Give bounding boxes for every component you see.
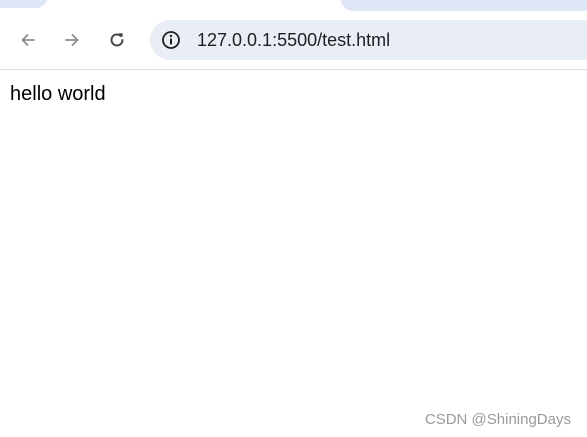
- forward-button[interactable]: [58, 26, 86, 54]
- arrow-left-icon: [21, 34, 35, 46]
- address-bar[interactable]: 127.0.0.1:5500/test.html: [150, 20, 587, 60]
- info-icon[interactable]: [161, 30, 181, 50]
- url-text[interactable]: 127.0.0.1:5500/test.html: [197, 30, 390, 50]
- arrow-right-icon: [65, 34, 79, 46]
- reload-icon: [110, 33, 124, 47]
- browser-window: 127.0.0.1:5500/test.html hello world CSD…: [0, 0, 587, 437]
- watermark: CSDN @ShiningDays: [424, 411, 571, 428]
- page-body-text: hello world: [10, 83, 106, 105]
- browser-toolbar: 127.0.0.1:5500/test.html: [0, 12, 587, 70]
- page-content: hello world CSDN @ShiningDays: [0, 70, 587, 437]
- tab-inactive[interactable]: [0, 0, 48, 8]
- back-button[interactable]: [14, 26, 42, 54]
- tab-active[interactable]: [341, 0, 587, 11]
- tab-strip: [0, 0, 587, 12]
- reload-button[interactable]: [103, 26, 131, 54]
